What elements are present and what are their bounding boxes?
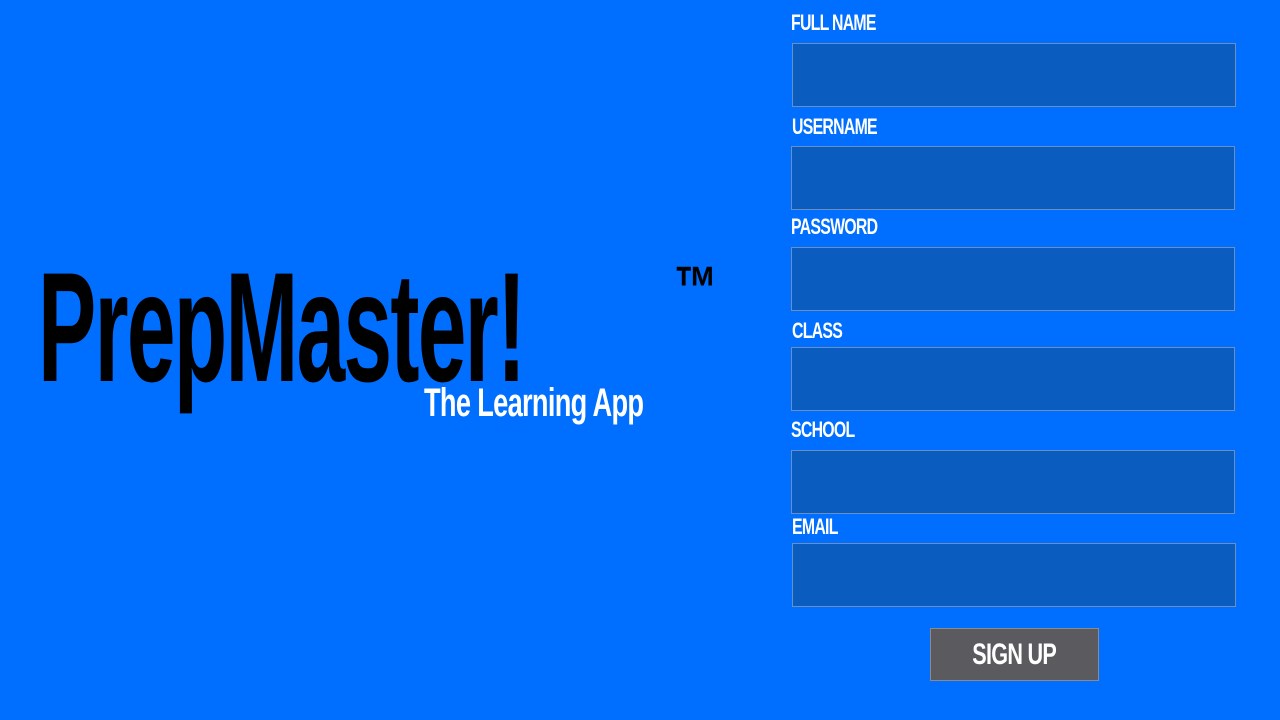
brand-block: PrepMaster! ™ The Learning App xyxy=(38,250,728,450)
school-label: SCHOOL xyxy=(791,417,855,442)
email-input[interactable] xyxy=(792,543,1236,607)
school-input[interactable] xyxy=(791,450,1235,514)
username-label: USERNAME xyxy=(792,114,878,139)
signup-button[interactable]: SIGN UP xyxy=(930,628,1099,681)
class-label: CLASS xyxy=(792,318,843,343)
full-name-input[interactable] xyxy=(792,43,1236,107)
signup-button-label: SIGN UP xyxy=(972,637,1058,671)
email-label: EMAIL xyxy=(792,514,838,539)
trademark-symbol: ™ xyxy=(674,254,718,321)
username-input[interactable] xyxy=(791,146,1235,210)
signup-page: PrepMaster! ™ The Learning App FULL NAME… xyxy=(0,0,1280,720)
password-input[interactable] xyxy=(791,247,1235,311)
signup-form: FULL NAME USERNAME PASSWORD CLASS SCHOOL… xyxy=(790,10,1240,700)
password-label: PASSWORD xyxy=(791,214,878,239)
full-name-label: FULL NAME xyxy=(791,10,876,35)
app-subtitle: The Learning App xyxy=(424,381,644,425)
class-input[interactable] xyxy=(791,347,1235,411)
